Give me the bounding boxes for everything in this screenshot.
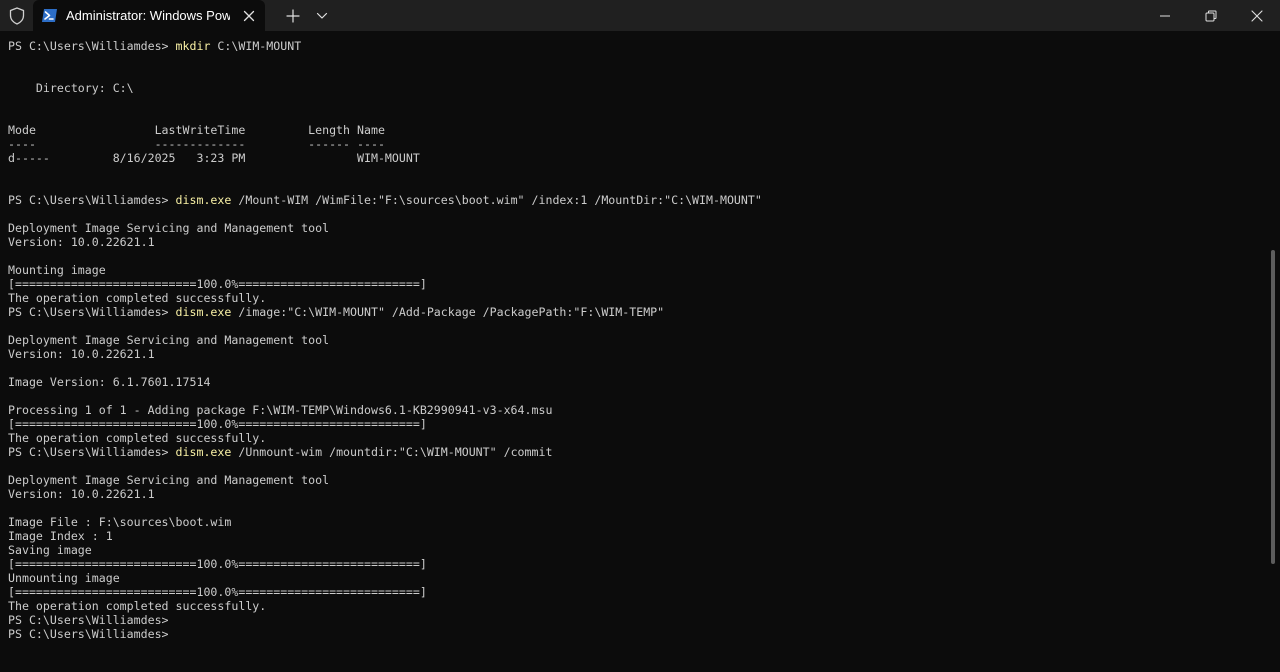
- terminal-line: The operation completed successfully.: [8, 431, 267, 445]
- terminal-line: ---- ------------- ------ ----: [8, 137, 385, 151]
- powershell-icon: [41, 7, 58, 24]
- terminal-output[interactable]: PS C:\Users\Williamdes> mkdir C:\WIM-MOU…: [0, 31, 1270, 672]
- terminal-line: Processing 1 of 1 - Adding package F:\WI…: [8, 403, 553, 417]
- prompt-text: PS C:\Users\Williamdes>: [8, 193, 176, 207]
- terminal-line: Mode LastWriteTime Length Name: [8, 123, 385, 137]
- terminal-line: Directory: C:\: [8, 81, 134, 95]
- terminal-line: Image Version: 6.1.7601.17514: [8, 375, 211, 389]
- terminal-line: Image Index : 1: [8, 529, 113, 543]
- terminal-line: Image File : F:\sources\boot.wim: [8, 515, 232, 529]
- terminal-line: PS C:\Users\Williamdes> dism.exe /Mount-…: [8, 193, 762, 207]
- prompt-text: PS C:\Users\Williamdes>: [8, 445, 176, 459]
- chevron-down-icon[interactable]: [309, 0, 335, 31]
- terminal-line: d----- 8/16/2025 3:23 PM WIM-MOUNT: [8, 151, 420, 165]
- command-name: dism.exe: [175, 305, 232, 319]
- terminal-line: The operation completed successfully.: [8, 599, 267, 613]
- terminal-window: Administrator: Windows PowerShell: [0, 0, 1280, 672]
- close-icon[interactable]: [1234, 0, 1280, 31]
- terminal-line: [==========================100.0%=======…: [8, 277, 427, 291]
- terminal-line: PS C:\Users\Williamdes>: [8, 627, 169, 641]
- scrollbar-thumb[interactable]: [1271, 250, 1275, 564]
- terminal-line: The operation completed successfully.: [8, 291, 267, 305]
- terminal-line: Deployment Image Servicing and Managemen…: [8, 221, 330, 235]
- terminal-line: [==========================100.0%=======…: [8, 557, 427, 571]
- command-args: /Unmount-wim /mountdir:"C:\WIM-MOUNT" /c…: [231, 445, 553, 459]
- terminal-line: PS C:\Users\Williamdes> mkdir C:\WIM-MOU…: [8, 39, 762, 53]
- prompt-text: PS C:\Users\Williamdes>: [8, 39, 176, 53]
- restore-icon[interactable]: [1188, 0, 1234, 31]
- terminal-lines: PS C:\Users\Williamdes> mkdir C:\WIM-MOU…: [8, 39, 762, 641]
- terminal-line: Deployment Image Servicing and Managemen…: [8, 473, 330, 487]
- terminal-line: Version: 10.0.22621.1: [8, 235, 155, 249]
- command-name: dism.exe: [175, 193, 232, 207]
- command-name: mkdir: [175, 39, 211, 53]
- tab-powershell[interactable]: Administrator: Windows PowerShell: [33, 0, 265, 31]
- plus-icon[interactable]: [279, 0, 307, 31]
- terminal-line: Version: 10.0.22621.1: [8, 347, 155, 361]
- terminal-line: Version: 10.0.22621.1: [8, 487, 155, 501]
- command-args: /Mount-WIM /WimFile:"F:\sources\boot.wim…: [231, 193, 762, 207]
- title-bar[interactable]: Administrator: Windows PowerShell: [0, 0, 1280, 31]
- terminal-line: PS C:\Users\Williamdes> dism.exe /image:…: [8, 305, 762, 319]
- terminal-line: Mounting image: [8, 263, 106, 277]
- terminal-line: [==========================100.0%=======…: [8, 417, 427, 431]
- prompt-text: PS C:\Users\Williamdes>: [8, 305, 176, 319]
- shield-icon: [8, 7, 26, 25]
- terminal-line: PS C:\Users\Williamdes>: [8, 613, 169, 627]
- terminal-line: Unmounting image: [8, 571, 120, 585]
- tab-title: Administrator: Windows PowerShell: [66, 8, 230, 23]
- terminal-line: PS C:\Users\Williamdes> dism.exe /Unmoun…: [8, 445, 762, 459]
- command-args: /image:"C:\WIM-MOUNT" /Add-Package /Pack…: [231, 305, 665, 319]
- command-args: C:\WIM-MOUNT: [210, 39, 302, 53]
- terminal-line: [==========================100.0%=======…: [8, 585, 427, 599]
- minimize-icon[interactable]: [1142, 0, 1188, 31]
- terminal-line: Saving image: [8, 543, 92, 557]
- terminal-line: Deployment Image Servicing and Managemen…: [8, 333, 330, 347]
- command-name: dism.exe: [175, 445, 232, 459]
- close-icon[interactable]: [239, 6, 259, 26]
